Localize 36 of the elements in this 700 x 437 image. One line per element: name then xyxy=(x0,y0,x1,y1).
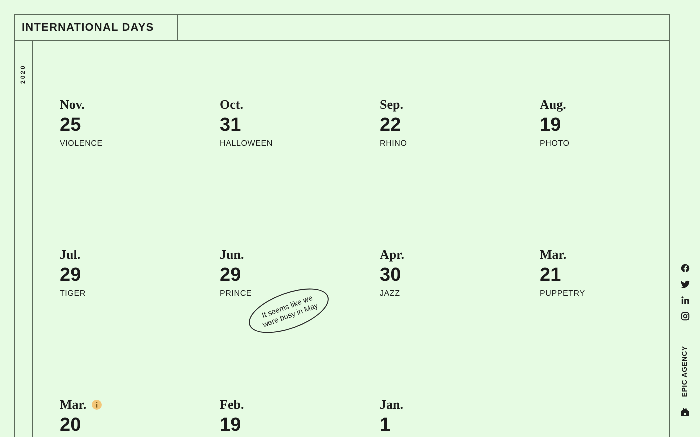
day-number: 29 xyxy=(60,264,82,288)
info-icon[interactable] xyxy=(92,400,102,410)
day-number: 21 xyxy=(540,264,562,288)
facebook-icon[interactable] xyxy=(680,264,690,273)
day-number: 20 xyxy=(60,414,82,437)
month-label: Jun. xyxy=(220,247,244,263)
day-name: PHOTO xyxy=(540,139,570,148)
day-number: 22 xyxy=(380,114,402,138)
month-label: Sep. xyxy=(380,97,404,113)
page-title: INTERNATIONAL DAYS xyxy=(15,15,178,40)
day-name: TIGER xyxy=(60,289,86,298)
day-number: 30 xyxy=(380,264,402,288)
month-label: Nov. xyxy=(60,97,85,113)
day-name: JAZZ xyxy=(380,289,400,298)
day-name: PUPPETRY xyxy=(540,289,586,298)
day-number: 29 xyxy=(220,264,242,288)
month-label: Apr. xyxy=(380,247,404,263)
day-number: 25 xyxy=(60,114,82,138)
day-number: 19 xyxy=(220,414,242,437)
instagram-icon[interactable] xyxy=(680,312,690,321)
linkedin-icon[interactable] xyxy=(680,296,690,305)
month-label: Oct. xyxy=(220,97,244,113)
month-label: Mar. xyxy=(540,247,567,263)
day-number: 1 xyxy=(380,414,391,437)
day-name: HALLOWEEN xyxy=(220,139,273,148)
day-name: RHINO xyxy=(380,139,408,148)
month-label: Jan. xyxy=(380,397,404,413)
month-label: Feb. xyxy=(220,397,244,413)
twitter-icon[interactable] xyxy=(680,280,690,289)
agency-logo-icon[interactable] xyxy=(680,407,690,418)
day-name: VIOLENCE xyxy=(60,139,103,148)
month-label: Mar. xyxy=(60,397,87,413)
month-label: Aug. xyxy=(540,97,566,113)
day-number: 31 xyxy=(220,114,242,138)
month-label: Jul. xyxy=(60,247,81,263)
day-number: 19 xyxy=(540,114,562,138)
